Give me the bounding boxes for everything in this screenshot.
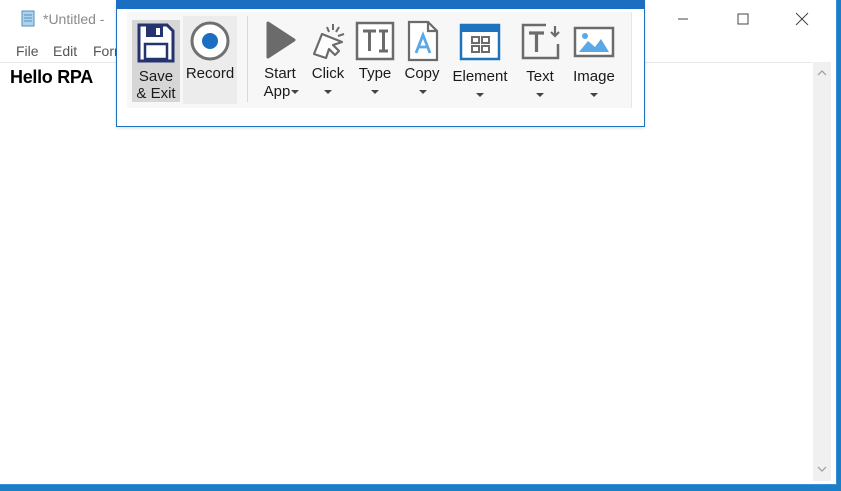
scroll-down-arrow-icon[interactable] xyxy=(816,464,828,474)
close-button[interactable] xyxy=(779,0,825,38)
document-text: Hello RPA xyxy=(10,67,93,87)
menu-edit[interactable]: Edit xyxy=(53,43,77,59)
record-icon xyxy=(190,21,230,61)
recorder-toolbar: Save & Exit Record Start App Click Type … xyxy=(116,0,645,127)
record-button[interactable]: Record xyxy=(183,16,237,104)
text-dropdown-caret xyxy=(536,93,544,97)
image-dropdown-caret xyxy=(590,93,598,97)
toolbar-header[interactable] xyxy=(117,0,644,9)
type-label: Type xyxy=(358,65,392,82)
image-label: Image xyxy=(573,68,615,85)
save-exit-label-2: & Exit xyxy=(136,85,176,102)
window-element-icon xyxy=(459,23,501,61)
click-dropdown-caret xyxy=(324,90,332,94)
minimize-button[interactable] xyxy=(660,0,706,38)
element-dropdown-caret xyxy=(476,93,484,97)
element-label: Element xyxy=(452,68,508,85)
text-label: Text xyxy=(526,68,554,85)
pointer-click-icon xyxy=(312,24,345,60)
document-copy-icon xyxy=(407,20,439,62)
maximize-icon xyxy=(737,13,749,25)
record-label: Record xyxy=(185,65,235,82)
text-button[interactable]: Text xyxy=(518,18,562,102)
type-dropdown-caret xyxy=(371,90,379,94)
start-app-label-1: Start xyxy=(264,65,296,82)
play-icon xyxy=(266,21,296,59)
type-button[interactable]: Type xyxy=(354,18,396,102)
image-icon xyxy=(573,26,615,58)
menu-file[interactable]: File xyxy=(16,43,39,59)
click-label: Click xyxy=(311,65,345,82)
copy-dropdown-caret xyxy=(419,90,427,94)
click-button[interactable]: Click xyxy=(308,18,348,102)
save-exit-label-1: Save xyxy=(138,68,174,85)
element-button[interactable]: Element xyxy=(448,18,512,102)
copy-button[interactable]: Copy xyxy=(401,18,443,102)
scroll-up-arrow-icon[interactable] xyxy=(816,68,828,78)
window-title: *Untitled - xyxy=(43,11,105,27)
toolbar-separator xyxy=(247,16,248,102)
vertical-scrollbar[interactable] xyxy=(813,62,831,481)
text-extract-icon xyxy=(521,23,560,60)
notepad-app-icon xyxy=(21,10,35,27)
close-icon xyxy=(795,12,809,26)
text-input-icon xyxy=(355,21,395,61)
floppy-disk-icon xyxy=(137,23,175,63)
maximize-button[interactable] xyxy=(720,0,766,38)
start-app-dropdown-caret xyxy=(291,90,299,94)
minimize-icon xyxy=(678,18,688,20)
copy-label: Copy xyxy=(404,65,440,82)
start-app-button[interactable]: Start App xyxy=(255,18,305,102)
image-button[interactable]: Image xyxy=(569,18,619,102)
save-exit-button[interactable]: Save & Exit xyxy=(132,20,180,102)
